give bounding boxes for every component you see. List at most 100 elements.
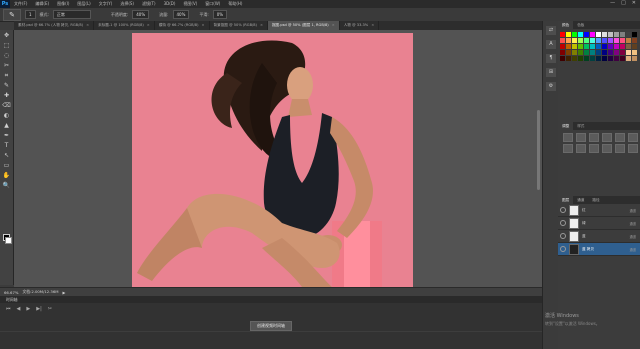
color-swatch[interactable] [626,44,631,49]
tool-icon-2[interactable]: ◌ [2,52,11,60]
color-swatch[interactable] [626,38,631,43]
color-swatch[interactable] [572,50,577,55]
color-swatch[interactable] [632,44,637,49]
color-swatch[interactable] [596,44,601,49]
color-swatch[interactable] [608,56,613,61]
color-swatch[interactable] [626,50,631,55]
color-swatch[interactable] [602,38,607,43]
channel-row[interactable]: 蓝 通道 [558,230,640,243]
color-swatch[interactable] [566,44,571,49]
color-swatch[interactable] [572,56,577,61]
color-swatch[interactable] [572,38,577,43]
color-swatch[interactable] [620,32,625,37]
tool-icon-10[interactable]: ✒ [2,132,11,140]
color-swatch[interactable] [632,38,637,43]
color-swatch[interactable] [620,50,625,55]
document-tab[interactable]: 未标题-1 @ 100% (RGB/8) × [94,21,155,30]
tool-icon-13[interactable]: ▭ [2,162,11,170]
tool-icon-6[interactable]: ✚ [2,92,11,100]
close-icon[interactable]: ✕ [632,0,636,6]
panel-toggle-icon[interactable]: ¶ [546,54,556,63]
panel-toggle-icon[interactable]: A [546,40,556,49]
color-swatch[interactable] [614,56,619,61]
document-tab[interactable]: 人物 @ 33.3% × [340,21,380,30]
tool-icon-1[interactable]: ⬚ [2,42,11,50]
menu-item-1[interactable]: 编辑(E) [31,1,53,7]
color-swatch[interactable] [578,38,583,43]
channel-row[interactable]: 红 通道 [558,204,640,217]
adjustment-icon[interactable] [576,144,586,153]
opacity-field[interactable]: 40% [132,10,150,19]
color-swatch[interactable] [632,50,637,55]
color-swatch[interactable] [602,50,607,55]
visibility-eye-icon[interactable] [560,207,566,213]
color-swatch[interactable] [596,50,601,55]
color-swatch[interactable] [566,32,571,37]
color-swatch[interactable] [614,32,619,37]
tab-close-icon[interactable]: × [147,23,150,27]
visibility-eye-icon[interactable] [560,220,566,226]
tab-close-icon[interactable]: × [332,23,335,27]
tool-icon-4[interactable]: ⌗ [2,72,11,80]
color-swatch[interactable] [560,32,565,37]
color-swatch[interactable] [566,56,571,61]
tool-icon-9[interactable]: ▲ [2,122,11,130]
visibility-eye-icon[interactable] [560,233,566,239]
menu-item-3[interactable]: 图层(L) [73,1,94,7]
color-swatch[interactable] [560,50,565,55]
background-color-swatch[interactable] [5,237,12,244]
smooth-field[interactable]: 0% [212,10,228,19]
color-swatch[interactable] [632,56,637,61]
color-swatch[interactable] [560,44,565,49]
panel-tab[interactable]: 路径 [588,196,603,204]
color-swatch[interactable] [572,44,577,49]
color-swatch[interactable] [584,38,589,43]
tool-icon-12[interactable]: ↖ [2,152,11,160]
menu-item-8[interactable]: 视图(V) [179,1,201,7]
flow-field[interactable]: 40% [172,10,190,19]
color-swatch[interactable] [614,50,619,55]
color-swatch[interactable] [608,44,613,49]
color-swatch[interactable] [596,32,601,37]
adjustment-icon[interactable] [589,133,599,142]
color-swatch[interactable] [566,38,571,43]
adjustment-icon[interactable] [602,144,612,153]
timeline-control-icon[interactable]: ⏮ [6,306,11,312]
color-swatch[interactable] [590,44,595,49]
minimize-icon[interactable]: — [610,0,615,6]
color-swatch[interactable] [608,50,613,55]
adjustment-icon[interactable] [563,133,573,142]
color-swatch[interactable] [620,56,625,61]
adjustment-icon[interactable] [628,133,638,142]
tab-close-icon[interactable]: × [202,23,205,27]
tool-icon-11[interactable]: T [2,142,11,150]
adjustment-icon[interactable] [576,133,586,142]
tab-close-icon[interactable]: × [86,23,89,27]
color-swatch[interactable] [608,38,613,43]
tool-icon-5[interactable]: ✎ [2,82,11,90]
tool-icon-8[interactable]: ◐ [2,112,11,120]
document-tab[interactable]: 背景抠图 @ 50% (RGB/8) × [210,21,268,30]
color-swatch[interactable] [626,32,631,37]
adjustment-icon[interactable] [602,133,612,142]
color-swatch[interactable] [602,32,607,37]
color-swatch[interactable] [608,32,613,37]
adjustment-icon[interactable] [615,133,625,142]
panel-toggle-icon[interactable]: ⊞ [546,68,556,77]
color-swatch[interactable] [602,44,607,49]
color-swatch[interactable] [578,44,583,49]
document-tab[interactable]: 模特 @ 66.7% (RGB/8) × [155,21,210,30]
color-swatch[interactable] [566,50,571,55]
color-swatch[interactable] [590,38,595,43]
adjustment-icon[interactable] [563,144,573,153]
timeline-control-icon[interactable]: ✂ [48,306,52,312]
menu-item-9[interactable]: 窗口(W) [201,1,224,7]
menu-item-7[interactable]: 3D(D) [160,1,180,7]
tool-icon-15[interactable]: 🔍 [2,182,11,190]
tab-close-icon[interactable]: × [260,23,263,27]
color-swatch[interactable] [584,50,589,55]
color-swatch[interactable] [584,32,589,37]
zoom-level[interactable]: 66.67% [0,290,18,295]
color-swatch[interactable] [578,50,583,55]
timeline-control-icon[interactable]: ◀ [17,306,21,312]
